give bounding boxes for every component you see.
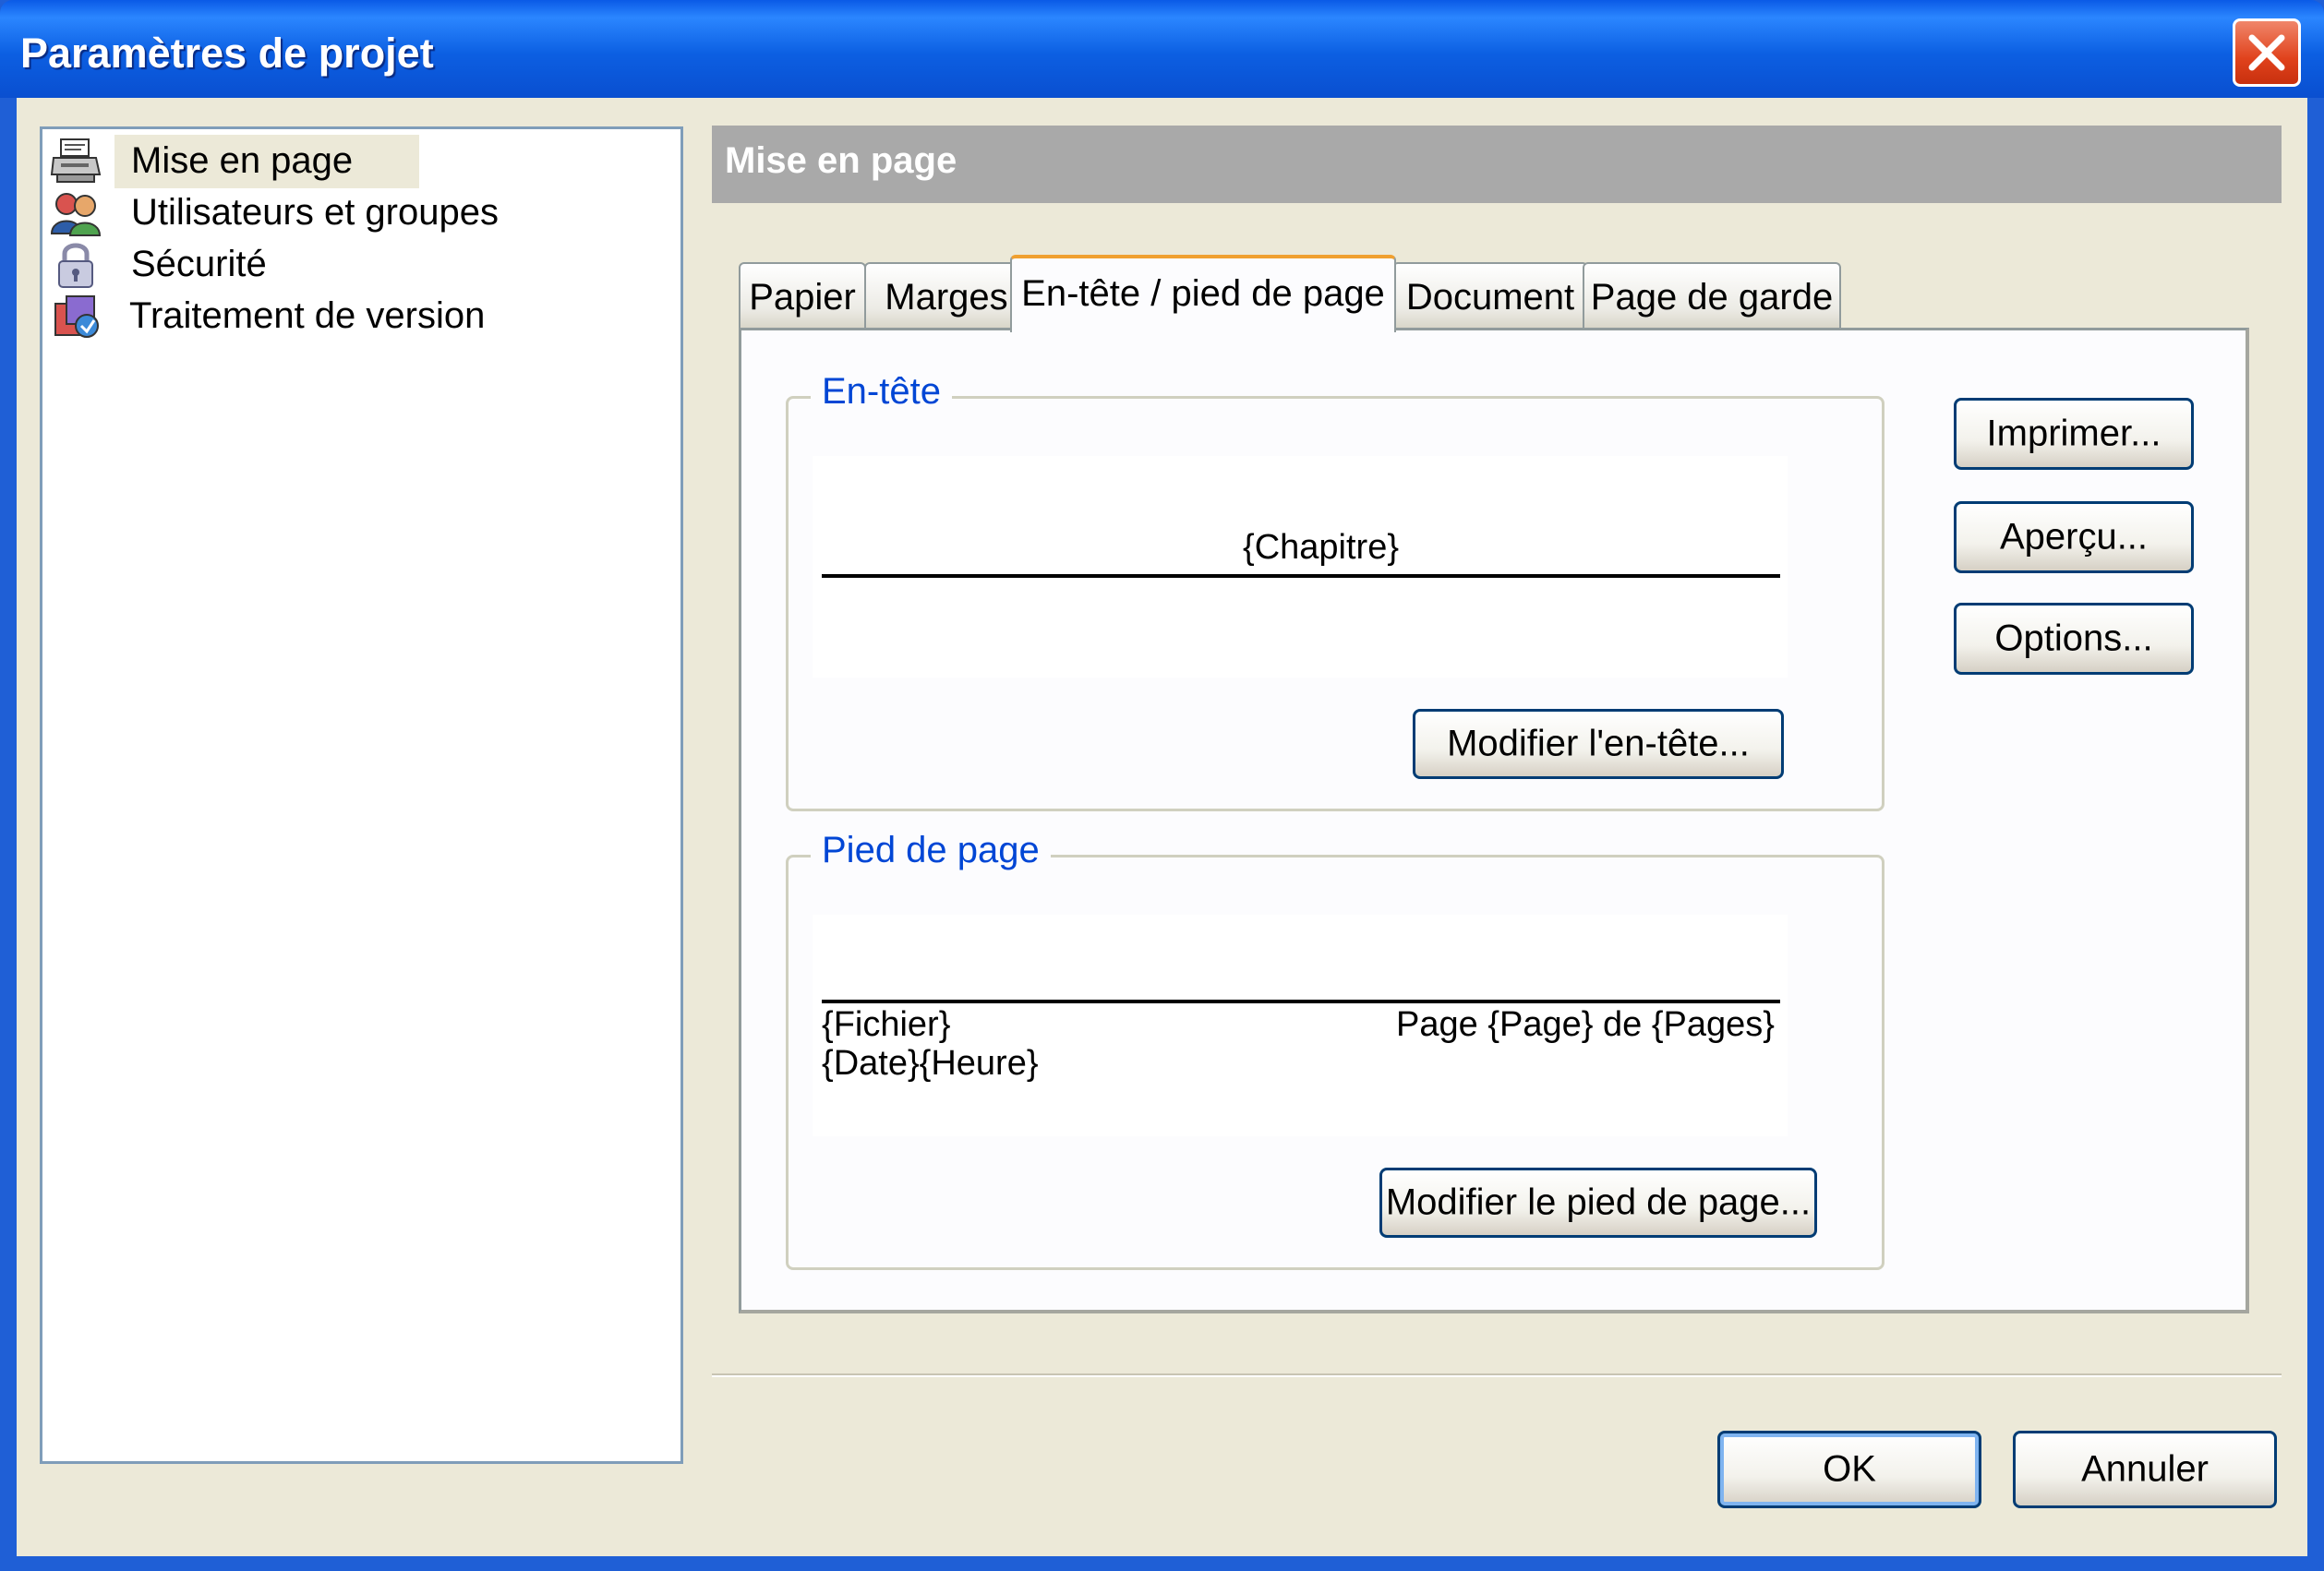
printer-icon [50, 138, 102, 186]
ok-button[interactable]: OK [1717, 1431, 1981, 1508]
preview-button[interactable]: Aperçu... [1954, 501, 2194, 573]
title-bar[interactable]: Paramètres de projet [0, 0, 2324, 98]
edit-header-button[interactable]: Modifier l'en-tête... [1413, 709, 1784, 779]
footer-preview: {Fichier} {Date}{Heure} Page {Page} de {… [813, 915, 1788, 1136]
footer-group-label: Pied de page [811, 830, 1051, 871]
button-label: Aperçu... [1999, 516, 2149, 558]
header-group-label: En-tête [811, 371, 952, 413]
close-icon [2248, 34, 2285, 71]
footer-preview-right: Page {Page} de {Pages} [1396, 1005, 1775, 1044]
footer-preview-left-2: {Date}{Heure} [822, 1044, 1039, 1083]
button-label: Modifier le pied de page... [1385, 1181, 1812, 1223]
footer-group: Pied de page {Fichier} {Date}{Heure} Pag… [786, 830, 1884, 1270]
tab-papier[interactable]: Papier [739, 262, 866, 329]
cancel-button[interactable]: Annuler [2013, 1431, 2277, 1508]
header-group: En-tête {Chapitre} Modifier l'en-tête... [786, 371, 1884, 811]
dialog-window: Paramètres de projet Mise en page Utilis… [0, 0, 2324, 1571]
close-button[interactable] [2233, 18, 2301, 87]
tab-en-tete-pied-de-page[interactable]: En-tête / pied de page [1010, 255, 1396, 332]
window-title: Paramètres de projet [20, 30, 434, 77]
button-label: Options... [1994, 618, 2153, 659]
tree-item-traitement-version[interactable]: Traitement de version [42, 290, 652, 342]
footer-rule [822, 1000, 1780, 1003]
tab-label: Document [1405, 277, 1575, 318]
settings-tree: Mise en page Utilisateurs et groupes Séc… [40, 126, 683, 1464]
tab-panel: En-tête {Chapitre} Modifier l'en-tête...… [739, 328, 2249, 1313]
tab-label: Marges [885, 277, 1008, 318]
header-rule [822, 574, 1780, 578]
button-label: Annuler [2081, 1448, 2209, 1490]
tab-document[interactable]: Document [1392, 262, 1588, 329]
header-preview: {Chapitre} [813, 456, 1788, 678]
print-button[interactable]: Imprimer... [1954, 398, 2194, 470]
tree-item-utilisateurs[interactable]: Utilisateurs et groupes [42, 186, 652, 238]
tree-item-label: Sécurité [131, 244, 267, 284]
separator [712, 1373, 2282, 1377]
lock-icon [50, 241, 102, 289]
tree-item-mise-en-page[interactable]: Mise en page [42, 135, 652, 188]
tree-item-label: Mise en page [131, 140, 354, 181]
tab-label: Page de garde [1590, 277, 1834, 318]
button-label: Modifier l'en-tête... [1447, 723, 1750, 764]
tree-item-securite[interactable]: Sécurité [42, 238, 652, 290]
button-label: Imprimer... [1986, 413, 2161, 454]
tab-label: Papier [749, 277, 856, 318]
options-button[interactable]: Options... [1954, 603, 2194, 675]
header-preview-center: {Chapitre} [1243, 528, 1400, 567]
section-header: Mise en page [712, 126, 2282, 203]
users-icon [50, 189, 102, 237]
footer-preview-left-1: {Fichier} [822, 1005, 951, 1044]
tab-label: En-tête / pied de page [1021, 273, 1385, 314]
edit-footer-button[interactable]: Modifier le pied de page... [1379, 1168, 1817, 1238]
button-label: OK [1823, 1448, 1876, 1490]
tab-marges[interactable]: Marges [864, 262, 1029, 329]
section-header-title: Mise en page [725, 140, 957, 181]
tree-item-label: Utilisateurs et groupes [131, 192, 499, 233]
tree-item-label: Traitement de version [129, 295, 486, 336]
version-icon [50, 293, 102, 341]
tab-page-de-garde[interactable]: Page de garde [1583, 262, 1841, 329]
dialog-client: Mise en page Utilisateurs et groupes Séc… [17, 98, 2307, 1556]
